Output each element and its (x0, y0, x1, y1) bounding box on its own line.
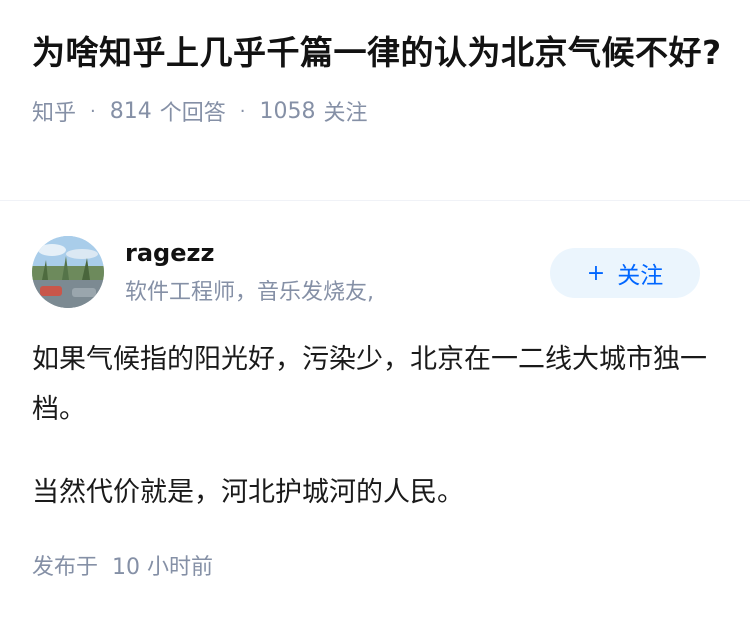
answer-paragraph: 如果气候指的阳光好，污染少，北京在一二线大城市独一档。 (32, 344, 707, 425)
question-title[interactable]: 为啥知乎上几乎千篇一律的认为北京气候不好? (32, 28, 722, 78)
answer-paragraph: 当然代价就是，河北护城河的人民。 (32, 477, 464, 508)
question-meta: 知乎 · 814 个回答 · 1058 关注 (32, 95, 722, 127)
follower-count: 1058 (259, 98, 316, 124)
publish-time: 10 小时前 (112, 555, 214, 580)
follow-button-label: 关注 (617, 263, 664, 289)
answer-author: ragezz 软件工程师，音乐发烧友, + 关注 (32, 236, 700, 312)
follow-button[interactable]: + 关注 (550, 248, 700, 298)
question-header: 为啥知乎上几乎千篇一律的认为北京气候不好? 知乎 · 814 个回答 · 105… (32, 28, 722, 126)
answer-time: 发布于 10 小时前 (32, 553, 213, 583)
plus-icon: + (586, 260, 606, 286)
separator-dot: · (90, 100, 96, 122)
separator-dot: · (239, 100, 246, 122)
answer-content: 如果气候指的阳光好，污染少，北京在一二线大城市独一档。 当然代价就是，河北护城河… (32, 335, 722, 518)
avatar-image (32, 236, 104, 308)
publish-label: 发布于 (32, 555, 99, 580)
section-divider (0, 200, 750, 201)
answer-count-label: 个回答 (159, 101, 226, 126)
author-name[interactable]: ragezz (125, 238, 214, 268)
follower-count-label: 关注 (323, 101, 368, 126)
site-name[interactable]: 知乎 (32, 95, 76, 127)
answer-count: 814 (109, 98, 152, 124)
author-bio: 软件工程师，音乐发烧友, (125, 280, 374, 305)
avatar[interactable] (32, 236, 104, 308)
